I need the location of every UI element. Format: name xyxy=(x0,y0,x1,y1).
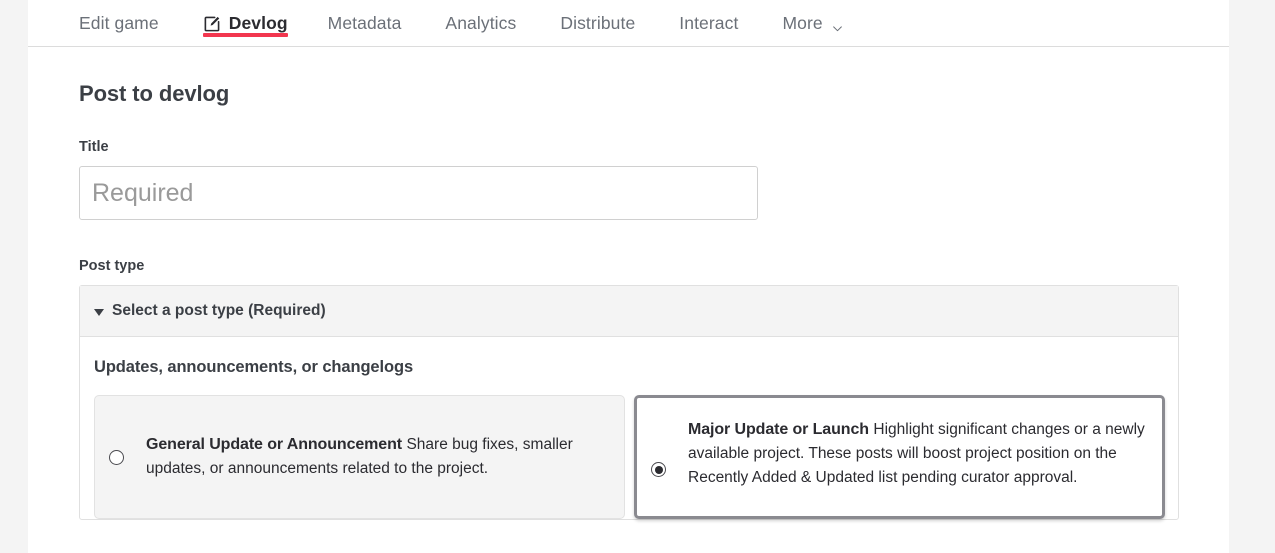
active-tab-indicator xyxy=(202,32,288,37)
tab-analytics[interactable]: Analytics xyxy=(445,0,516,47)
post-type-options-row: General Update or Announcement Share bug… xyxy=(94,395,1178,519)
chevron-down-icon xyxy=(832,18,843,31)
post-type-option-major-update[interactable]: Major Update or Launch Highlight signifi… xyxy=(634,395,1165,519)
tab-label: More xyxy=(782,12,823,33)
title-input[interactable] xyxy=(79,166,758,220)
option-title: General Update or Announcement xyxy=(146,435,403,453)
page-root: Edit game Devlog Metadata Analytics Dist… xyxy=(0,0,1275,553)
post-type-disclosure-header[interactable]: Select a post type (Required) xyxy=(80,286,1178,337)
page-title: Post to devlog xyxy=(79,81,230,106)
tab-label: Interact xyxy=(679,12,739,33)
tab-label: Analytics xyxy=(445,12,517,33)
tab-metadata[interactable]: Metadata xyxy=(328,0,402,47)
post-type-options-body: Updates, announcements, or changelogs Ge… xyxy=(80,337,1178,519)
tab-interact[interactable]: Interact xyxy=(679,0,738,47)
triangle-down-icon xyxy=(94,308,104,316)
option-text: General Update or Announcement Share bug… xyxy=(146,433,612,481)
post-type-group-title: Updates, announcements, or changelogs xyxy=(94,358,414,376)
post-type-disclosure-label: Select a post type (Required) xyxy=(112,302,326,319)
title-field-label: Title xyxy=(79,139,109,155)
edit-pencil-square-icon xyxy=(203,14,222,33)
tab-edit-game[interactable]: Edit game xyxy=(79,0,159,47)
post-type-label: Post type xyxy=(79,258,145,274)
tab-distribute[interactable]: Distribute xyxy=(560,0,635,47)
content-column: Edit game Devlog Metadata Analytics Dist… xyxy=(28,0,1229,553)
devlog-post-form: Post to devlog Title Post type Select a … xyxy=(28,47,1229,520)
post-type-panel: Select a post type (Required) Updates, a… xyxy=(79,285,1179,520)
tab-label: Metadata xyxy=(327,12,402,33)
radio-major-update[interactable] xyxy=(651,462,666,477)
tab-devlog[interactable]: Devlog xyxy=(202,0,288,47)
tab-label: Edit game xyxy=(79,12,159,33)
tab-label: Distribute xyxy=(560,12,636,33)
post-type-option-general-update[interactable]: General Update or Announcement Share bug… xyxy=(94,395,625,519)
radio-general-update[interactable] xyxy=(109,449,124,465)
tab-more-dropdown[interactable]: More xyxy=(782,0,842,47)
option-title: Major Update or Launch xyxy=(688,421,869,438)
project-nav-tabs: Edit game Devlog Metadata Analytics Dist… xyxy=(28,0,1229,47)
tab-label: Devlog xyxy=(228,12,288,33)
option-text: Major Update or Launch Highlight signifi… xyxy=(688,418,1150,490)
